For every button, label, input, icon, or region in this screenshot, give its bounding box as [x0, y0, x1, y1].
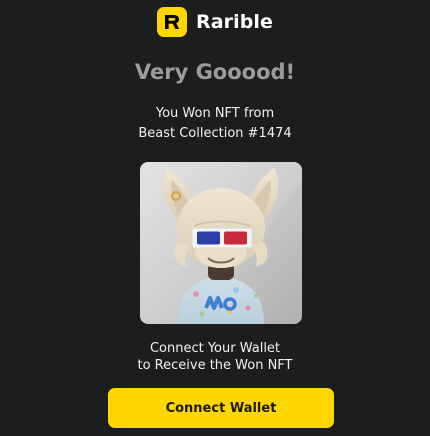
connect-message-line-1: Connect Your Wallet — [149, 341, 281, 356]
connect-wallet-button[interactable]: Connect Wallet — [108, 388, 334, 428]
win-message-line-2: Beast Collection #1474 — [138, 126, 292, 141]
rarible-logo-icon — [156, 7, 187, 37]
win-message: You Won NFT from Beast Collection #1474 — [0, 104, 430, 144]
connect-message-line-2: to Receive the Won NFT — [137, 358, 293, 373]
win-message-line-1: You Won NFT from — [155, 106, 275, 121]
brand-name: Rarible — [195, 11, 274, 33]
brand-header: Rarible — [0, 7, 430, 37]
headline: Very Gooood! — [134, 60, 296, 84]
logo-letter-glyph — [164, 15, 180, 29]
connect-wallet-message: Connect Your Wallet to Receive the Won N… — [0, 340, 430, 374]
nft-beast-character-image — [140, 162, 302, 324]
nft-image — [140, 162, 302, 324]
